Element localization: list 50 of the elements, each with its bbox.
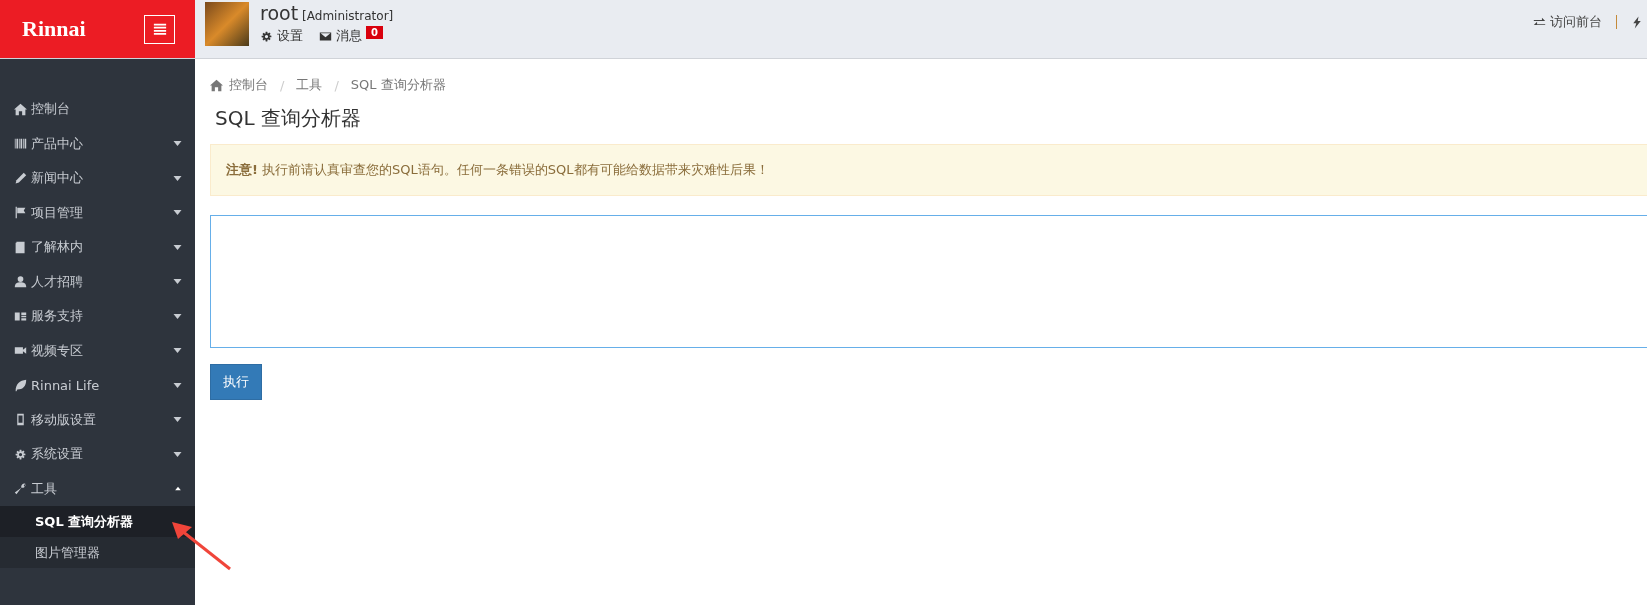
breadcrumb-separator: /	[334, 77, 339, 93]
breadcrumb-link[interactable]: SQL 查询分析器	[350, 76, 446, 94]
sidebar-item[interactable]: 新闻中心	[0, 161, 195, 196]
book-icon	[14, 240, 27, 254]
sidebar-item[interactable]: 移动版设置	[0, 402, 195, 437]
submenu-item[interactable]: SQL 查询分析器	[0, 506, 195, 537]
sidebar-item[interactable]: 工具	[0, 471, 195, 506]
execute-button[interactable]: 执行	[210, 364, 262, 400]
lightning-icon	[1631, 15, 1643, 29]
message-count-badge: 0	[366, 25, 383, 39]
user-role: [Administrator]	[302, 9, 394, 23]
leaf-icon	[14, 378, 27, 392]
menu-button[interactable]	[144, 14, 175, 44]
sidebar-item[interactable]: 项目管理	[0, 195, 195, 230]
page-title: SQL 查询分析器	[215, 105, 362, 132]
sidebar-item[interactable]: Rinnai Life	[0, 368, 195, 403]
mobile-phone-icon	[14, 413, 27, 427]
envelope-icon	[319, 29, 332, 43]
sidebar-item[interactable]: 人才招聘	[0, 264, 195, 299]
sidebar-item[interactable]: 视频专区	[0, 333, 195, 368]
user-icon	[14, 275, 27, 289]
separator-line	[1616, 15, 1617, 29]
warning-alert: 注意! 执行前请认真审查您的SQL语句。任何一条错误的SQL都有可能给数据带来灾难性后果！	[210, 144, 1647, 196]
home-icon	[14, 102, 27, 116]
gear-icon	[14, 447, 27, 461]
flag-icon	[14, 206, 27, 220]
sidebar-item[interactable]: 服务支持	[0, 299, 195, 334]
photo-placeholder	[205, 2, 249, 46]
sidebar-item[interactable]: 控制台	[0, 92, 195, 127]
sql-input-field[interactable]	[210, 215, 1647, 348]
logo: Rinnai	[22, 16, 86, 42]
wrench-icon	[14, 482, 27, 496]
front-site-link[interactable]: 访问前台	[1533, 13, 1602, 31]
settings-icon	[260, 29, 273, 43]
sidebar-item[interactable]: 了解林内	[0, 230, 195, 265]
home-icon	[210, 78, 223, 92]
breadcrumb-separator: /	[280, 77, 285, 93]
messages-link[interactable]: 消息	[319, 27, 362, 45]
sidebar-item[interactable]: 系统设置	[0, 437, 195, 472]
menu-icon	[152, 22, 167, 36]
people-icon	[14, 309, 27, 323]
barcode-icon	[14, 137, 27, 151]
breadcrumb-link[interactable]: 控制台	[210, 76, 268, 94]
breadcrumb-link[interactable]: 工具	[296, 76, 323, 94]
user-name: root	[260, 2, 299, 24]
settings-link[interactable]: 设置	[260, 27, 303, 45]
annotation-arrow	[172, 522, 231, 571]
sidebar-item[interactable]: 产品中心	[0, 126, 195, 161]
submenu-item[interactable]: 图片管理器	[0, 537, 195, 568]
pencil-icon	[14, 171, 27, 185]
